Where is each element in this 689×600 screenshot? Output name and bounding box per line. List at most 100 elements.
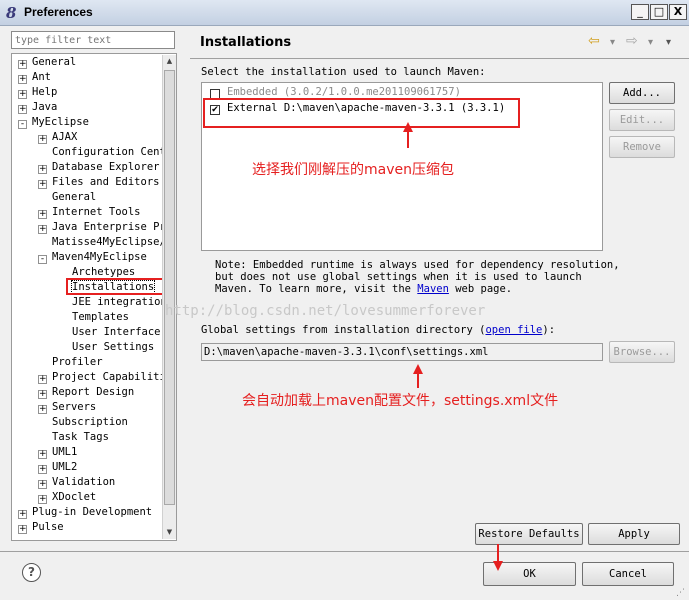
select-installation-label: Select the installation used to launch M… <box>201 66 486 78</box>
view-menu-icon[interactable]: ▾ <box>666 37 671 48</box>
tree-item-label: Help <box>32 86 58 98</box>
tree-item-ant[interactable]: + Ant <box>18 70 51 85</box>
tree-item-label: General <box>52 191 97 203</box>
tree-item-servers[interactable]: + Servers <box>38 400 96 415</box>
expand-icon[interactable]: + <box>18 105 27 114</box>
tree-item-xdoclet[interactable]: + XDoclet <box>38 490 96 505</box>
settings-path-field[interactable]: D:\maven\apache-maven-3.3.1\conf\setting… <box>201 343 603 361</box>
remove-button[interactable]: Remove <box>609 136 675 158</box>
annotation-arrow-stem-2 <box>417 372 419 388</box>
tree-item-task-tags[interactable]: Task Tags <box>38 430 109 445</box>
tree-item-profiler[interactable]: Profiler <box>38 355 103 370</box>
tree-item-uml2[interactable]: + UML2 <box>38 460 77 475</box>
resize-grip-icon[interactable]: ⋰ <box>676 588 685 598</box>
tree-item-java-enterprise-pr[interactable]: + Java Enterprise Pr <box>38 220 166 235</box>
help-icon[interactable]: ? <box>22 563 41 582</box>
tree-item-label: Files and Editors <box>52 176 160 188</box>
cancel-button[interactable]: Cancel <box>582 562 674 586</box>
embedded-note: Note: Embedded runtime is always used fo… <box>215 259 620 295</box>
preference-tree[interactable]: + General + Ant + Help + Java - MyEclipse + AJAX Con… <box>11 53 177 541</box>
expand-icon[interactable]: + <box>38 390 47 399</box>
tree-item-database-explorer[interactable]: + Database Explorer <box>38 160 159 175</box>
footer-divider <box>0 551 689 552</box>
tree-scrollbar[interactable]: ▲ ▼ <box>162 55 176 539</box>
tree-item-label: Profiler <box>52 356 103 368</box>
filter-input[interactable] <box>11 31 175 49</box>
expand-icon[interactable]: + <box>38 405 47 414</box>
expand-icon[interactable]: + <box>38 480 47 489</box>
tree-item-label: AJAX <box>52 131 78 143</box>
note-line-3: Maven. To learn more, visit the Maven we… <box>215 283 620 295</box>
expand-icon[interactable]: + <box>18 60 27 69</box>
tree-item-report-design[interactable]: + Report Design <box>38 385 134 400</box>
tree-item-label: UML1 <box>52 446 78 458</box>
expand-icon[interactable]: + <box>18 90 27 99</box>
scroll-thumb[interactable] <box>164 70 175 505</box>
eclipse-icon: 8 <box>6 4 17 22</box>
annotation-arrow-2-icon <box>413 364 423 374</box>
tree-item-label: UML2 <box>52 461 78 473</box>
expand-icon[interactable]: + <box>38 165 47 174</box>
tree-item-configuration-cent[interactable]: Configuration Cent <box>38 145 166 160</box>
forward-menu-icon[interactable]: ▾ <box>648 37 653 48</box>
edit-button[interactable]: Edit... <box>609 109 675 131</box>
browse-button[interactable]: Browse... <box>609 341 675 363</box>
expand-icon[interactable]: + <box>38 495 47 504</box>
tree-item-files-and-editors[interactable]: + Files and Editors <box>38 175 159 190</box>
scroll-down-icon[interactable]: ▼ <box>164 526 175 539</box>
expand-icon[interactable]: + <box>18 510 27 519</box>
collapse-icon[interactable]: - <box>38 255 47 264</box>
tree-item-user-settings[interactable]: User Settings <box>58 340 154 355</box>
minimize-button[interactable]: _ <box>631 4 649 20</box>
note-line-2: but does not use global settings when it… <box>215 271 582 283</box>
expand-icon[interactable]: + <box>38 465 47 474</box>
tree-item-ajax[interactable]: + AJAX <box>38 130 77 145</box>
expand-icon[interactable]: + <box>38 225 47 234</box>
collapse-icon[interactable]: - <box>18 120 27 129</box>
back-arrow-icon[interactable]: ⇦ <box>588 33 600 49</box>
embedded-installation[interactable]: Embedded (3.0.2/1.0.0.me201109061757) <box>227 86 461 98</box>
tree-item-general[interactable]: + General <box>18 55 76 70</box>
tree-item-pulse[interactable]: + Pulse <box>18 520 64 535</box>
tree-item-plug-in-development[interactable]: + Plug-in Development <box>18 505 152 520</box>
tree-item-label: Report Design <box>52 386 135 398</box>
open-file-link[interactable]: open file <box>485 324 542 336</box>
maven-link[interactable]: Maven <box>417 283 449 295</box>
tree-item-java[interactable]: + Java <box>18 100 57 115</box>
forward-arrow-icon[interactable]: ⇨ <box>626 33 638 49</box>
tree-item-label: Plug-in Development <box>32 506 153 518</box>
expand-icon[interactable]: + <box>38 375 47 384</box>
tree-item-internet-tools[interactable]: + Internet Tools <box>38 205 141 220</box>
tree-item-project-capabiliti[interactable]: + Project Capabiliti <box>38 370 166 385</box>
tree-item-label: Java <box>32 101 58 113</box>
scroll-up-icon[interactable]: ▲ <box>164 55 175 68</box>
maximize-button[interactable]: □ <box>650 4 668 20</box>
tree-item-subscription[interactable]: Subscription <box>38 415 128 430</box>
back-menu-icon[interactable]: ▾ <box>610 37 615 48</box>
tree-item-uml1[interactable]: + UML1 <box>38 445 77 460</box>
close-button[interactable]: X <box>669 4 687 20</box>
tree-item-label: Matisse4MyEclipse/ <box>52 236 166 248</box>
add-button[interactable]: Add... <box>609 82 675 104</box>
expand-icon[interactable]: + <box>18 525 27 534</box>
expand-icon[interactable]: + <box>38 135 47 144</box>
apply-button[interactable]: Apply <box>588 523 680 545</box>
tree-item-user-interface[interactable]: User Interface <box>58 325 161 340</box>
tree-item-label: JEE integration <box>72 296 167 308</box>
tree-item-myeclipse[interactable]: - MyEclipse <box>18 115 89 130</box>
tree-item-validation[interactable]: + Validation <box>38 475 115 490</box>
tree-item-matisse4myeclipse[interactable]: Matisse4MyEclipse/ <box>38 235 166 250</box>
tree-item-help[interactable]: + Help <box>18 85 57 100</box>
tree-item-label: Maven4MyEclipse <box>52 251 147 263</box>
restore-defaults-button[interactable]: Restore Defaults <box>475 523 583 545</box>
tree-item-label: Ant <box>32 71 51 83</box>
tree-item-maven4myeclipse[interactable]: - Maven4MyEclipse <box>38 250 147 265</box>
expand-icon[interactable]: + <box>18 75 27 84</box>
annotation-arrow-stem-1 <box>407 130 409 148</box>
tree-item-templates[interactable]: Templates <box>58 310 129 325</box>
expand-icon[interactable]: + <box>38 210 47 219</box>
expand-icon[interactable]: + <box>38 450 47 459</box>
tree-item-jee-integration[interactable]: JEE integration <box>58 295 167 310</box>
expand-icon[interactable]: + <box>38 180 47 189</box>
tree-item-general[interactable]: General <box>38 190 96 205</box>
